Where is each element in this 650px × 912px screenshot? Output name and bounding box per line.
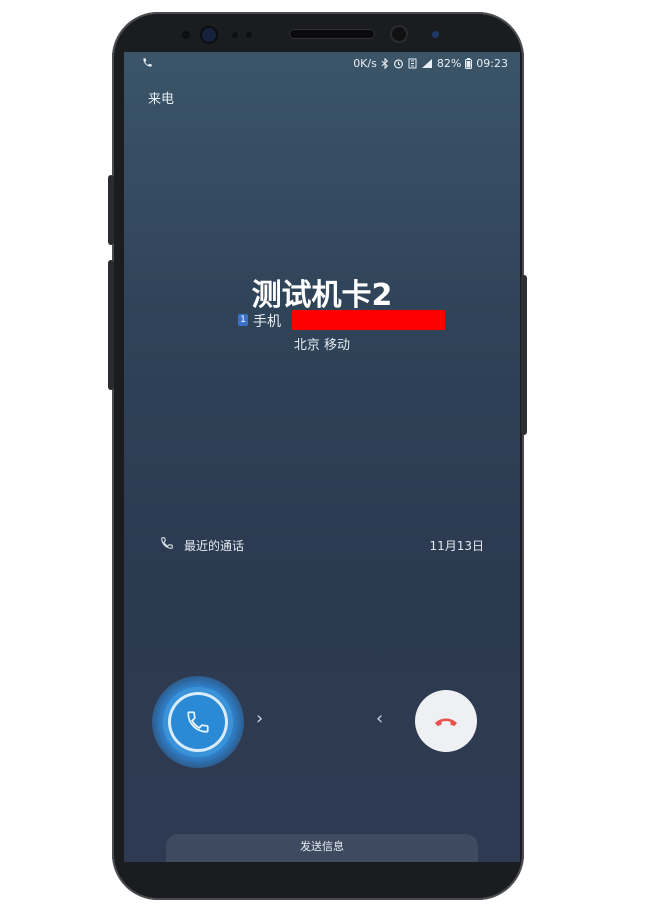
sensor — [232, 32, 238, 38]
status-bar: 0K/s 82% 09:23 — [124, 52, 520, 76]
caller-location: 北京 移动 — [293, 338, 351, 353]
battery-percent: 82% — [436, 57, 462, 70]
battery-icon — [465, 58, 473, 69]
redacted-phone-number — [292, 310, 445, 330]
incoming-call-screen: 0K/s 82% 09:23 来电 测试机卡2 1 手机 北京 移动 最近的通话… — [124, 52, 520, 862]
phone-hangup-icon — [435, 718, 457, 726]
alarm-icon — [393, 59, 403, 69]
network-speed: 0K/s — [353, 57, 377, 70]
power-key — [521, 275, 527, 435]
recent-calls-row[interactable]: 最近的通话 11月13日 — [124, 536, 520, 556]
caller-number-line: 1 手机 — [124, 310, 520, 332]
sim-slot-badge: 1 — [238, 314, 248, 326]
earpiece-speaker — [290, 30, 374, 38]
recent-call-date: 11月13日 — [429, 539, 484, 553]
bixby-key — [108, 260, 114, 390]
caller-name: 测试机卡2 — [251, 278, 393, 313]
send-message-button[interactable]: 发送信息 — [166, 834, 478, 862]
phone-icon — [187, 711, 209, 733]
phone-icon — [161, 537, 173, 549]
chevron-left-icon: ‹ — [376, 708, 384, 729]
call-status-icon — [143, 58, 152, 67]
bluetooth-icon — [381, 58, 388, 69]
hd-voice-icon — [408, 58, 417, 69]
clock: 09:23 — [476, 57, 508, 70]
recent-calls-label: 最近的通话 — [184, 539, 245, 553]
front-camera — [392, 27, 406, 41]
number-type-label: 手机 — [253, 314, 281, 330]
sensor — [246, 32, 252, 38]
chevron-right-icon: › — [256, 708, 264, 729]
iris-sensor — [202, 28, 216, 42]
signal-icon — [421, 59, 432, 68]
decline-call-button[interactable] — [415, 690, 477, 752]
accept-call-button[interactable] — [168, 692, 228, 752]
incoming-call-label: 来电 — [148, 92, 175, 107]
volume-up-key — [108, 175, 114, 245]
sensor — [182, 31, 190, 39]
front-sensor — [432, 31, 439, 38]
